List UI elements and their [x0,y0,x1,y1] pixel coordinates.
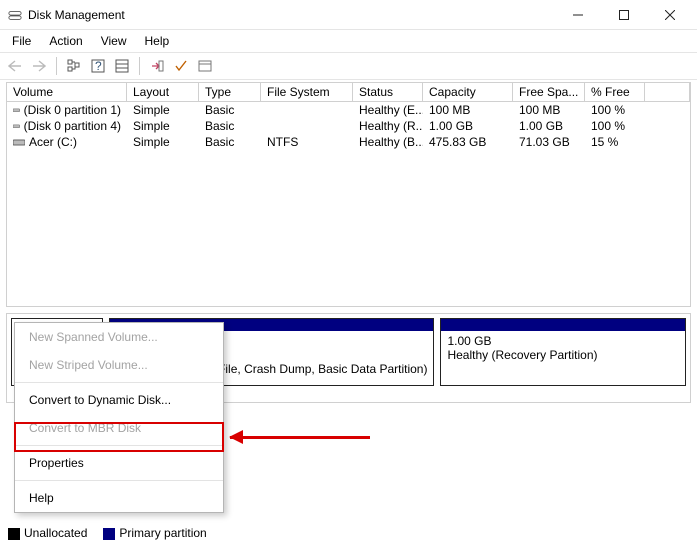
type-cell: Basic [199,134,261,150]
check-icon[interactable] [172,57,190,75]
ctx-new-striped[interactable]: New Striped Volume... [15,351,223,379]
ctx-help[interactable]: Help [15,484,223,512]
fs-cell: NTFS [261,134,353,150]
partition-recovery[interactable]: 1.00 GB Healthy (Recovery Partition) [440,318,686,386]
annotation-arrow-icon [230,436,370,439]
pct-cell: 100 % [585,102,645,118]
table-row[interactable]: Acer (C:) Simple Basic NTFS Healthy (B..… [7,134,690,150]
layout-cell: Simple [127,134,199,150]
pct-cell: 100 % [585,118,645,134]
table-row[interactable]: (Disk 0 partition 4) Simple Basic Health… [7,118,690,134]
free-cell: 100 MB [513,102,585,118]
fs-cell [261,102,353,118]
col-filesystem[interactable]: File System [261,83,353,102]
capacity-cell: 1.00 GB [423,118,513,134]
fs-cell [261,118,353,134]
type-cell: Basic [199,102,261,118]
tree-view-icon[interactable] [65,57,83,75]
capacity-cell: 475.83 GB [423,134,513,150]
menu-view[interactable]: View [93,32,135,50]
type-cell: Basic [199,118,261,134]
status-cell: Healthy (B... [353,134,423,150]
col-type[interactable]: Type [199,83,261,102]
legend: Unallocated Primary partition [8,526,207,540]
volume-name: (Disk 0 partition 4) [24,119,121,133]
col-blank [645,83,690,102]
context-menu: New Spanned Volume... New Striped Volume… [14,322,224,513]
volume-name: (Disk 0 partition 1) [24,103,121,117]
col-capacity[interactable]: Capacity [423,83,513,102]
pct-cell: 15 % [585,134,645,150]
legend-unallocated: Unallocated [24,526,87,540]
menu-action[interactable]: Action [41,32,90,50]
status-cell: Healthy (E... [353,102,423,118]
free-cell: 1.00 GB [513,118,585,134]
details-view-icon[interactable] [113,57,131,75]
col-volume[interactable]: Volume [7,83,127,102]
menu-file[interactable]: File [4,32,39,50]
status-cell: Healthy (R... [353,118,423,134]
col-pctfree[interactable]: % Free [585,83,645,102]
capacity-cell: 100 MB [423,102,513,118]
legend-swatch-primary [103,528,115,540]
partition-color-bar [441,319,685,331]
menu-bar: File Action View Help [0,30,697,52]
partition-size: 1.00 GB [447,334,491,348]
volume-icon [13,105,20,115]
window-title: Disk Management [28,8,125,22]
action-icon[interactable] [148,57,166,75]
volume-list[interactable]: Volume Layout Type File System Status Ca… [6,82,691,307]
col-status[interactable]: Status [353,83,423,102]
svg-text:?: ? [95,59,102,73]
table-row[interactable]: (Disk 0 partition 1) Simple Basic Health… [7,102,690,118]
list-icon[interactable] [196,57,214,75]
toolbar: ? [0,52,697,80]
help-toolbar-icon[interactable]: ? [89,57,107,75]
title-bar: Disk Management [0,0,697,30]
menu-help[interactable]: Help [137,32,178,50]
legend-primary: Primary partition [119,526,206,540]
app-icon [8,8,22,22]
back-button[interactable] [6,57,24,75]
close-button[interactable] [647,0,693,30]
ctx-convert-mbr[interactable]: Convert to MBR Disk [15,414,223,442]
maximize-button[interactable] [601,0,647,30]
col-free[interactable]: Free Spa... [513,83,585,102]
volume-name: Acer (C:) [29,135,77,149]
partition-status: Healthy (Recovery Partition) [447,348,597,362]
forward-button[interactable] [30,57,48,75]
ctx-convert-dynamic[interactable]: Convert to Dynamic Disk... [15,386,223,414]
legend-swatch-unallocated [8,528,20,540]
ctx-properties[interactable]: Properties [15,449,223,477]
volume-icon [13,137,25,147]
column-headers: Volume Layout Type File System Status Ca… [7,83,690,102]
ctx-new-spanned[interactable]: New Spanned Volume... [15,323,223,351]
minimize-button[interactable] [555,0,601,30]
layout-cell: Simple [127,118,199,134]
volume-icon [13,121,20,131]
free-cell: 71.03 GB [513,134,585,150]
col-layout[interactable]: Layout [127,83,199,102]
layout-cell: Simple [127,102,199,118]
